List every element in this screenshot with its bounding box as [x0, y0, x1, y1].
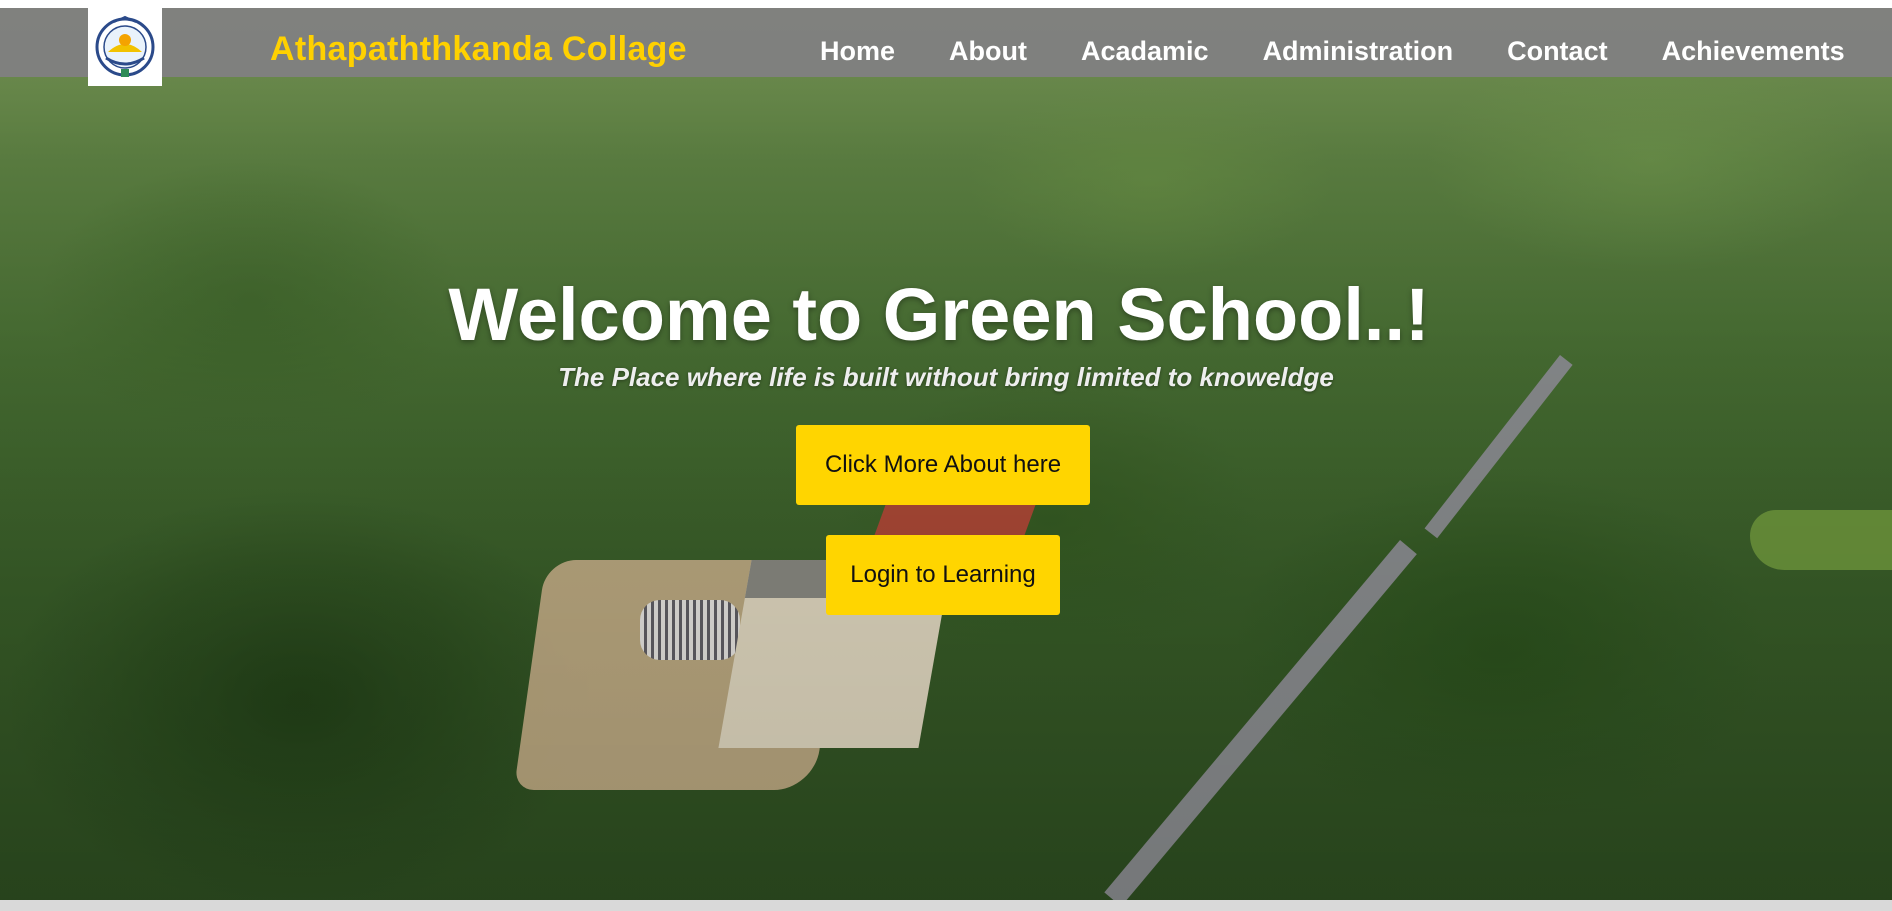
- about-button[interactable]: Click More About here: [796, 425, 1090, 505]
- login-button[interactable]: Login to Learning: [826, 535, 1060, 615]
- main-nav: Home About Acadamic Administration Conta…: [820, 36, 1845, 67]
- site-title[interactable]: Athapaththkanda Collage: [270, 30, 687, 69]
- nav-about[interactable]: About: [949, 36, 1027, 67]
- nav-academic[interactable]: Acadamic: [1081, 36, 1209, 67]
- page: Athapaththkanda Collage Home About Acada…: [0, 0, 1892, 911]
- nav-administration[interactable]: Administration: [1263, 36, 1454, 67]
- nav-contact[interactable]: Contact: [1507, 36, 1608, 67]
- hero-title: Welcome to Green School..!: [448, 272, 1430, 356]
- top-strip: [0, 0, 1892, 8]
- hero-subtitle: The Place where life is built without br…: [558, 362, 1334, 392]
- school-logo[interactable]: [88, 8, 162, 86]
- nav-achievements[interactable]: Achievements: [1662, 36, 1845, 67]
- nav-home[interactable]: Home: [820, 36, 895, 67]
- school-crest-icon: [95, 15, 155, 77]
- horizontal-scrollbar[interactable]: [0, 900, 1892, 911]
- navigation-bar: Athapaththkanda Collage Home About Acada…: [0, 8, 1892, 77]
